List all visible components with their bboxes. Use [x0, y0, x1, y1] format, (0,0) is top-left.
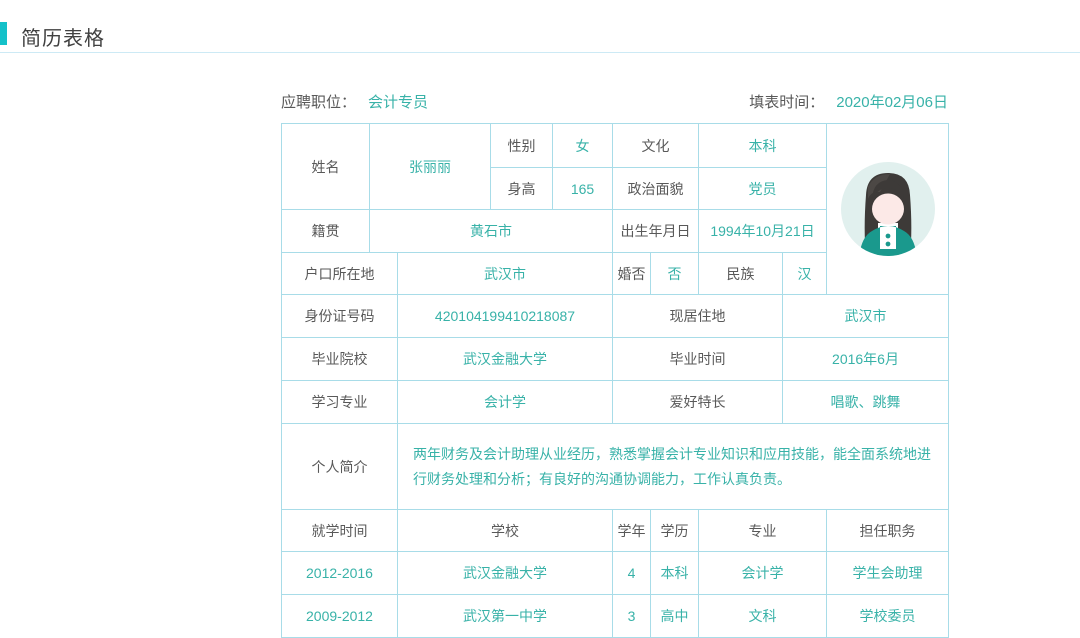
major-value-cell: 会计学	[398, 381, 613, 424]
resume-meta-row: 应聘职位： 会计专员 填表时间： 2020年02月06日	[281, 90, 948, 112]
political-label-cell: 政治面貌	[613, 168, 699, 210]
fill-date: 填表时间： 2020年02月06日	[749, 91, 948, 112]
edu-role-cell: 学生会助理	[827, 552, 949, 595]
edu-header-role: 担任职务	[827, 510, 949, 552]
female-avatar-icon	[840, 161, 936, 257]
id-value-cell: 420104199410218087	[398, 295, 613, 338]
edu-school-cell: 武汉第一中学	[398, 595, 613, 638]
intro-label-cell: 个人简介	[282, 424, 398, 510]
ethnic-label-cell: 民族	[699, 253, 783, 295]
edu-degree-cell: 本科	[651, 552, 699, 595]
culture-label-cell: 文化	[613, 124, 699, 168]
edu-role-cell: 学校委员	[827, 595, 949, 638]
height-value-cell: 165	[553, 168, 613, 210]
fill-date-label: 填表时间：	[749, 91, 824, 112]
edu-degree-cell: 高中	[651, 595, 699, 638]
table-row: 身份证号码 420104199410218087 现居住地 武汉市	[282, 295, 949, 338]
education-row: 2009-2012 武汉第一中学 3 高中 文科 学校委员	[282, 595, 949, 638]
hukou-label-cell: 户口所在地	[282, 253, 398, 295]
intro-value-cell: 两年财务及会计助理从业经历，熟悉掌握会计专业知识和应用技能，能全面系统地进行财务…	[398, 424, 949, 510]
culture-value-cell: 本科	[699, 124, 827, 168]
id-label-cell: 身份证号码	[282, 295, 398, 338]
married-value-cell: 否	[651, 253, 699, 295]
fill-date-value: 2020年02月06日	[836, 91, 948, 112]
major-label-cell: 学习专业	[282, 381, 398, 424]
edu-header-years: 学年	[613, 510, 651, 552]
married-label-cell: 婚否	[613, 253, 651, 295]
avatar	[829, 161, 946, 257]
table-row: 姓名 张丽丽 性别 女 文化 本科	[282, 124, 949, 168]
table-row: 毕业院校 武汉金融大学 毕业时间 2016年6月	[282, 338, 949, 381]
residence-label-cell: 现居住地	[613, 295, 783, 338]
ethnic-value-cell: 汉	[783, 253, 827, 295]
edu-major-cell: 会计学	[699, 552, 827, 595]
birth-label-cell: 出生年月日	[613, 210, 699, 253]
edu-header-degree: 学历	[651, 510, 699, 552]
photo-cell	[827, 124, 949, 295]
edu-years-cell: 4	[613, 552, 651, 595]
education-row: 2012-2016 武汉金融大学 4 本科 会计学 学生会助理	[282, 552, 949, 595]
height-label-cell: 身高	[491, 168, 553, 210]
native-value-cell: 黄石市	[370, 210, 613, 253]
hukou-value-cell: 武汉市	[398, 253, 613, 295]
edu-header-time: 就学时间	[282, 510, 398, 552]
applied-position: 应聘职位： 会计专员	[281, 91, 428, 112]
college-label-cell: 毕业院校	[282, 338, 398, 381]
resume-table: 姓名 张丽丽 性别 女 文化 本科	[281, 123, 949, 638]
edu-school-cell: 武汉金融大学	[398, 552, 613, 595]
college-value-cell: 武汉金融大学	[398, 338, 613, 381]
residence-value-cell: 武汉市	[783, 295, 949, 338]
gender-value-cell: 女	[553, 124, 613, 168]
birth-value-cell: 1994年10月21日	[699, 210, 827, 253]
table-row: 学习专业 会计学 爱好特长 唱歌、跳舞	[282, 381, 949, 424]
page-header: 简历表格	[0, 0, 1080, 53]
native-label-cell: 籍贯	[282, 210, 370, 253]
edu-major-cell: 文科	[699, 595, 827, 638]
edu-header-school: 学校	[398, 510, 613, 552]
grad-value-cell: 2016年6月	[783, 338, 949, 381]
education-header-row: 就学时间 学校 学年 学历 专业 担任职务	[282, 510, 949, 552]
political-value-cell: 党员	[699, 168, 827, 210]
hobby-value-cell: 唱歌、跳舞	[783, 381, 949, 424]
applied-position-value: 会计专员	[368, 91, 428, 112]
title-accent-bar	[0, 22, 7, 45]
applied-position-label: 应聘职位：	[281, 91, 356, 112]
hobby-label-cell: 爱好特长	[613, 381, 783, 424]
resume-form: 应聘职位： 会计专员 填表时间： 2020年02月06日 姓名 张丽丽 性别 女…	[281, 90, 948, 638]
edu-time-cell: 2012-2016	[282, 552, 398, 595]
edu-header-major: 专业	[699, 510, 827, 552]
table-row: 个人简介 两年财务及会计助理从业经历，熟悉掌握会计专业知识和应用技能，能全面系统…	[282, 424, 949, 510]
gender-label-cell: 性别	[491, 124, 553, 168]
grad-label-cell: 毕业时间	[613, 338, 783, 381]
name-value-cell: 张丽丽	[370, 124, 491, 210]
edu-years-cell: 3	[613, 595, 651, 638]
header-divider	[0, 52, 1080, 53]
name-label-cell: 姓名	[282, 124, 370, 210]
page-title: 简历表格	[21, 22, 105, 51]
edu-time-cell: 2009-2012	[282, 595, 398, 638]
